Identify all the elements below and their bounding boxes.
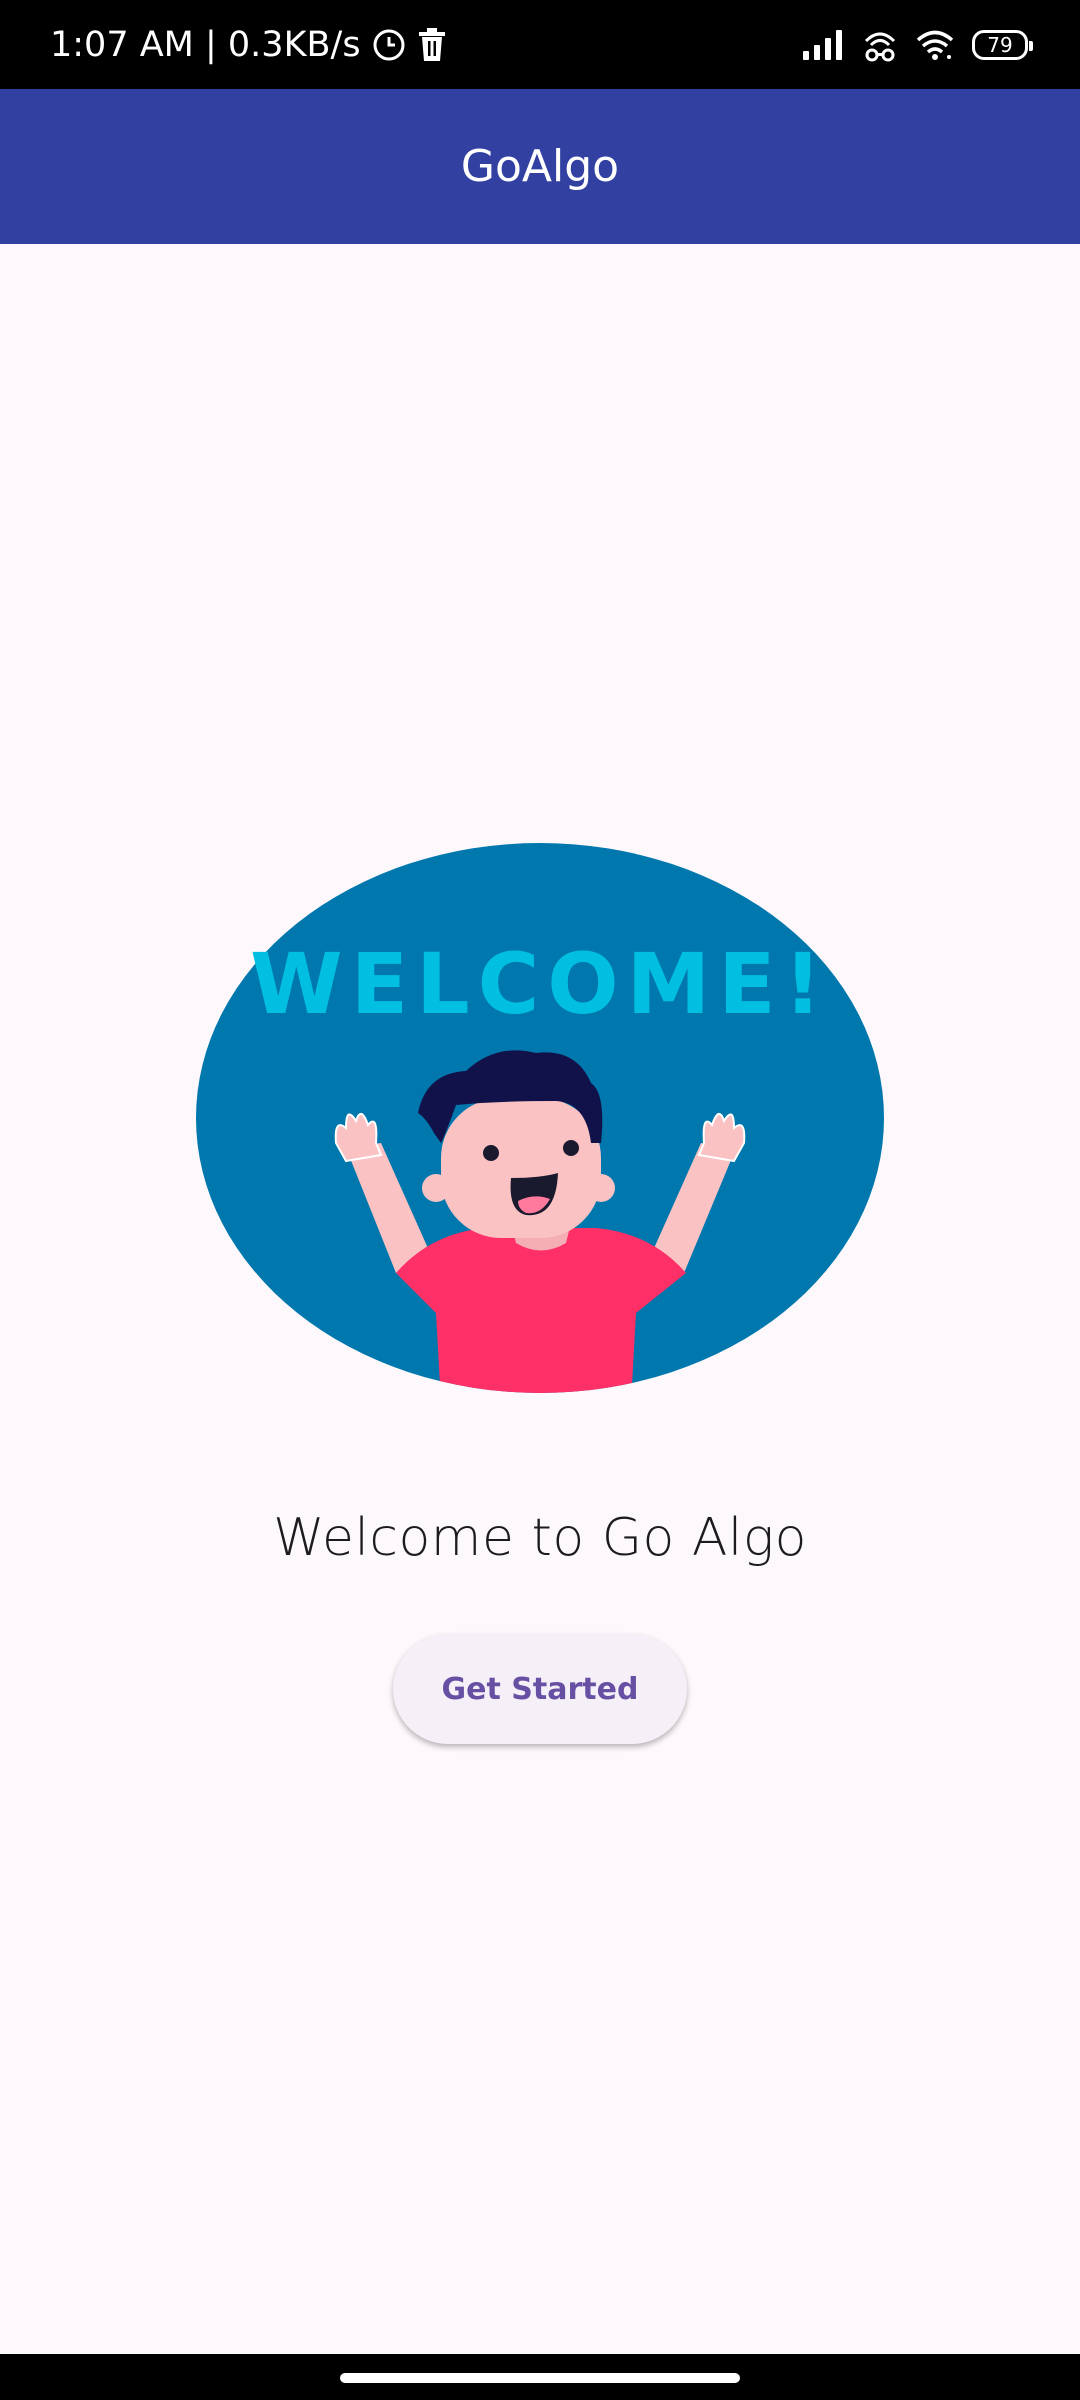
wifi-icon — [916, 30, 954, 60]
app-bar: GoAlgo — [0, 89, 1080, 244]
app-title: GoAlgo — [460, 141, 620, 192]
status-bar: 1:07 AM | 0.3KB/s 79 — [0, 0, 1080, 89]
status-left: 1:07 AM | 0.3KB/s — [50, 25, 447, 65]
welcome-message: Welcome to Go Algo — [273, 1508, 807, 1568]
home-indicator[interactable] — [340, 2373, 740, 2383]
trash-icon — [418, 27, 445, 61]
welcome-illustration: WELCOME! — [196, 843, 884, 1393]
battery-level: 79 — [987, 32, 1013, 57]
signal-icon — [803, 29, 842, 60]
status-right: 79 — [802, 27, 1033, 63]
battery-icon: 79 — [972, 29, 1033, 60]
welcome-banner-text: WELCOME! — [250, 935, 830, 1033]
get-started-button[interactable]: Get Started — [393, 1634, 687, 1744]
data-icon — [864, 32, 896, 61]
clock-icon — [373, 29, 405, 60]
status-time-speed: 1:07 AM | 0.3KB/s — [50, 24, 361, 65]
